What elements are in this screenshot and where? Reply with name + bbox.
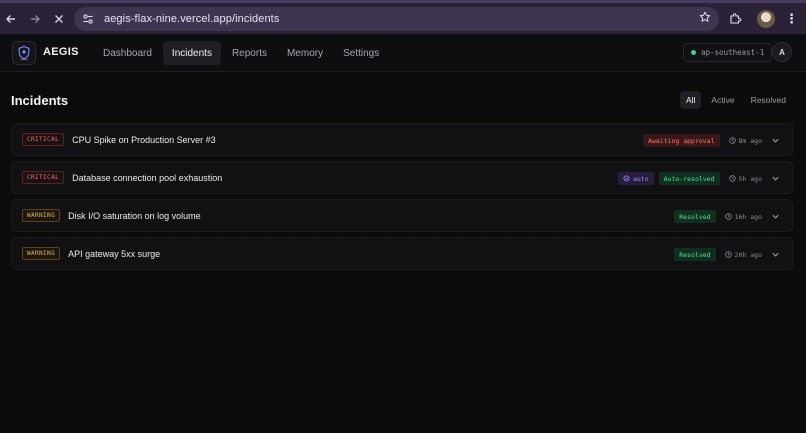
bot-icon [623, 175, 630, 182]
app-header: AEGIS Dashboard Incidents Reports Memory… [0, 34, 806, 72]
close-icon [55, 14, 63, 23]
clock-icon [728, 175, 736, 182]
chevron-down-icon[interactable] [770, 212, 780, 222]
status-badge: Resolved [674, 248, 716, 261]
incident-meta: Awaiting approval 8m ago [638, 124, 780, 157]
chevron-down-icon[interactable] [770, 174, 780, 184]
clock-icon [724, 251, 732, 258]
incident-time: 5h ago [728, 174, 762, 183]
incident-title: CPU Spike on Production Server #3 [72, 134, 216, 145]
chevron-down-icon[interactable] [770, 250, 780, 260]
nav-settings[interactable]: Settings [334, 41, 388, 65]
incident-meta: Resolved 16h ago [669, 200, 780, 233]
shield-logo-icon[interactable] [12, 41, 36, 65]
time-text: 5h ago [738, 174, 762, 183]
main-nav: Dashboard Incidents Reports Memory Setti… [94, 41, 390, 65]
arrow-left-icon [6, 14, 15, 23]
page-title: Incidents [11, 93, 69, 108]
chevron-down-icon[interactable] [770, 136, 780, 146]
status-badge: Auto-resolved [658, 172, 720, 185]
region-label: ap-southeast-1 [701, 48, 765, 57]
url-text: aegis-flax-nine.vercel.app/incidents [104, 13, 280, 25]
incident-row[interactable]: CRITICAL CPU Spike on Production Server … [11, 123, 793, 156]
auto-badge: auto [617, 172, 654, 185]
incident-title: Disk I/O saturation on log volume [68, 210, 201, 221]
status-filter: All Active Resolved [676, 91, 792, 109]
status-badge: Resolved [674, 210, 716, 223]
incident-time: 20h ago [724, 250, 762, 259]
severity-badge: CRITICAL [22, 171, 65, 184]
incident-row[interactable]: CRITICAL Database connection pool exhaus… [11, 161, 793, 194]
puzzle-icon[interactable] [725, 9, 745, 29]
nav-memory[interactable]: Memory [278, 41, 332, 65]
status-badge: Awaiting approval [642, 134, 720, 147]
brand-name: AEGIS [43, 46, 79, 58]
time-text: 20h ago [734, 250, 762, 259]
clock-icon [728, 137, 736, 144]
time-text: 8m ago [738, 136, 762, 145]
kebab-icon[interactable]: ⋮ [785, 11, 798, 27]
main-content: Incidents All Active Resolved CRITICAL C… [0, 73, 806, 433]
tune-icon[interactable] [80, 11, 96, 27]
auto-label: auto [632, 174, 649, 183]
browser-actions: ⋮ [725, 3, 806, 34]
nav-dashboard[interactable]: Dashboard [94, 41, 161, 65]
filter-resolved[interactable]: Resolved [745, 91, 792, 109]
incident-meta: auto Auto-resolved 5h ago [613, 162, 780, 195]
incident-row[interactable]: WARNING API gateway 5xx surge Resolved 2… [11, 237, 793, 270]
user-avatar[interactable]: A [772, 42, 792, 62]
address-bar[interactable]: aegis-flax-nine.vercel.app/incidents [74, 7, 719, 31]
incident-meta: Resolved 20h ago [669, 238, 780, 271]
severity-badge: WARNING [22, 209, 61, 222]
back-button[interactable] [0, 8, 22, 30]
time-text: 16h ago [734, 212, 762, 221]
incident-title: Database connection pool exhaustion [72, 172, 223, 183]
status-dot [691, 50, 696, 55]
star-icon[interactable] [699, 11, 711, 26]
incident-title: API gateway 5xx surge [68, 248, 161, 259]
region-selector[interactable]: ap-southeast-1 [683, 43, 773, 62]
incident-list: CRITICAL CPU Spike on Production Server … [11, 123, 793, 275]
arrow-right-icon [31, 14, 40, 23]
nav-incidents[interactable]: Incidents [162, 41, 221, 65]
nav-reports[interactable]: Reports [223, 41, 276, 65]
severity-badge: WARNING [22, 247, 61, 260]
filter-active[interactable]: Active [705, 91, 740, 109]
incident-time: 8m ago [728, 136, 762, 145]
forward-button[interactable] [24, 8, 46, 30]
incident-time: 16h ago [724, 212, 762, 221]
clock-icon [724, 213, 732, 220]
filter-all[interactable]: All [679, 91, 702, 109]
profile-avatar[interactable] [757, 9, 775, 28]
incident-row[interactable]: WARNING Disk I/O saturation on log volum… [11, 199, 793, 232]
severity-badge: CRITICAL [22, 133, 65, 146]
browser-toolbar: aegis-flax-nine.vercel.app/incidents ⋮ [0, 0, 806, 34]
stop-button[interactable] [48, 8, 70, 30]
